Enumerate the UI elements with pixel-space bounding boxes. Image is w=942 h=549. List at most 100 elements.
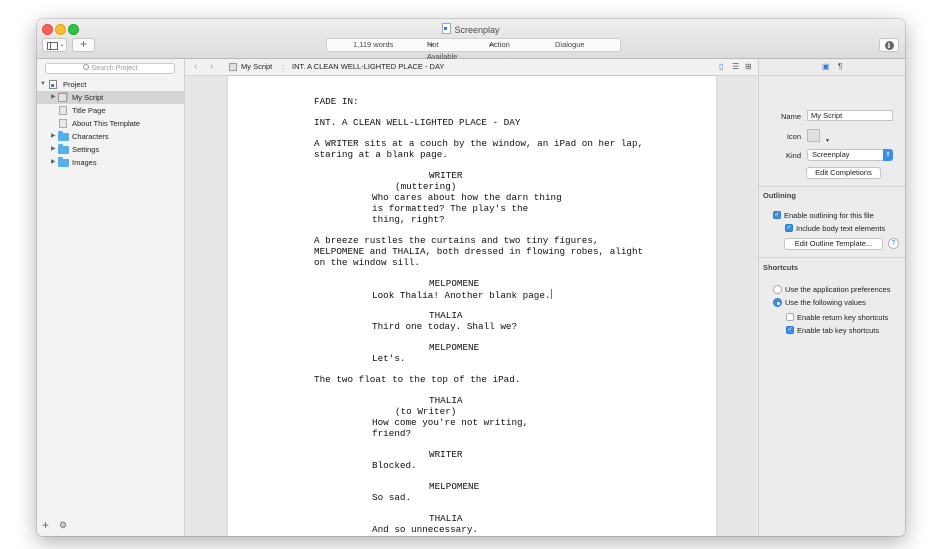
script-page[interactable]: FADE IN: INT. A CLEAN WELL-LIGHTED PLACE…	[228, 76, 716, 536]
sidebar-item-label: My Script	[72, 93, 104, 102]
sidebar-toggle-button[interactable]: ⌄	[42, 38, 67, 52]
name-field[interactable]	[807, 110, 893, 121]
character-name: MELPOMENE	[429, 342, 480, 353]
outline-view-icon[interactable]: ☰	[732, 62, 739, 71]
icon-label: Icon	[786, 132, 801, 141]
use-following-values-label: Use the following values	[785, 298, 866, 307]
search-placeholder: Search Project	[91, 65, 138, 72]
breadcrumb-document[interactable]: My Script	[241, 62, 272, 71]
help-button[interactable]: ?	[888, 238, 899, 249]
document-icon	[59, 119, 67, 128]
section-divider	[759, 257, 905, 258]
action-line: The two float to the top of the iPad.	[314, 374, 521, 385]
action-line: A WRITER sits at a couch by the window, …	[314, 138, 644, 149]
document-view-icon[interactable]: ▯	[719, 62, 723, 71]
editor-area: FADE IN: INT. A CLEAN WELL-LIGHTED PLACE…	[185, 76, 757, 536]
character-name: WRITER	[429, 170, 463, 181]
add-item-button[interactable]: +	[42, 518, 49, 532]
sidebar-item-title-page[interactable]: Title Page	[37, 104, 184, 117]
project-icon	[49, 80, 57, 89]
file-inspector-icon[interactable]: ▣	[822, 62, 830, 71]
enable-outlining-label: Enable outlining for this file	[784, 211, 874, 220]
folder-icon	[58, 157, 69, 167]
gear-icon[interactable]: ⚙	[59, 520, 67, 531]
search-icon	[82, 64, 89, 70]
chevron-down-icon[interactable]: ▼	[825, 138, 830, 144]
grid-view-icon[interactable]: ⊞	[745, 62, 752, 71]
character-name: THALIA	[429, 513, 463, 524]
enable-outlining-checkbox[interactable]: ✓	[773, 211, 781, 219]
edit-completions-button[interactable]: Edit Completions	[806, 167, 881, 179]
document-stack-icon	[58, 93, 67, 102]
sidebar-item-my-script[interactable]: ▶ My Script	[37, 91, 184, 104]
paragraph-inspector-icon[interactable]: ¶	[838, 62, 842, 71]
icon-well[interactable]	[807, 129, 820, 142]
sidebar-item-label: Title Page	[72, 106, 106, 115]
sidebar-item-label: Images	[72, 158, 97, 167]
dialogue-text: Look Thalia! Another blank page.	[372, 290, 551, 301]
add-button[interactable]: +	[72, 38, 95, 52]
sidebar-item-images[interactable]: ▶ Images	[37, 156, 184, 169]
dialogue-line: So sad.	[372, 492, 412, 503]
include-body-text-checkbox[interactable]: ✓	[785, 224, 793, 232]
info-icon: i	[884, 41, 894, 50]
sidebar-item-project[interactable]: ▼ Project	[37, 78, 184, 91]
breadcrumb-scene[interactable]: INT. A CLEAN WELL-LIGHTED PLACE - DAY	[292, 62, 444, 71]
edit-outline-template-button[interactable]: Edit Outline Template...	[784, 238, 883, 250]
enable-tab-key-checkbox[interactable]: ✓	[786, 326, 794, 334]
dialogue-line: Who cares about how the darn thing	[372, 192, 562, 203]
use-following-values-radio[interactable]	[773, 298, 782, 307]
search-input[interactable]: Search Project	[45, 63, 175, 74]
kind-value: Screenplay	[812, 150, 850, 159]
parenthetical: (muttering)	[395, 181, 457, 192]
scene-heading: INT. A CLEAN WELL-LIGHTED PLACE - DAY	[314, 117, 521, 128]
use-app-prefs-radio[interactable]	[773, 285, 782, 294]
disclosure-open-icon[interactable]: ▼	[40, 78, 46, 91]
disclosure-closed-icon[interactable]: ▶	[51, 130, 56, 143]
character-name: MELPOMENE	[429, 278, 480, 289]
project-sidebar: Search Project ▼ Project ▶ My Script Tit…	[37, 59, 185, 536]
dialogue-line: friend?	[372, 428, 412, 439]
sidebar-item-settings[interactable]: ▶ Settings	[37, 143, 184, 156]
sidebar-icon	[47, 42, 58, 50]
character-name: THALIA	[429, 395, 463, 406]
folder-icon	[58, 144, 69, 154]
inspector-toggle-button[interactable]: i	[879, 38, 899, 52]
inspector-tabs: ▣ ¶	[759, 59, 905, 76]
editor-navigation-bar: ‹ › My Script : INT. A CLEAN WELL-LIGHTE…	[185, 59, 757, 76]
window-title: Screenplay	[37, 23, 905, 35]
sidebar-item-label: Characters	[72, 132, 109, 141]
back-arrow-icon[interactable]: ‹	[194, 61, 197, 72]
character-name: THALIA	[429, 310, 463, 321]
kind-select[interactable]: Screenplay ⇕	[807, 149, 893, 161]
enable-return-key-checkbox[interactable]	[786, 313, 794, 321]
character-name: WRITER	[429, 449, 463, 460]
dialogue-line-with-cursor: Look Thalia! Another blank page.	[372, 289, 552, 301]
text-cursor	[550, 289, 552, 299]
sidebar-item-characters[interactable]: ▶ Characters	[37, 130, 184, 143]
action-line: MELPOMENE and THALIA, both dressed in fl…	[314, 246, 644, 257]
forward-arrow-icon[interactable]: ›	[210, 61, 213, 72]
sidebar-item-about-template[interactable]: About This Template	[37, 117, 184, 130]
action-line: A breeze rustles the curtains and two ti…	[314, 235, 599, 246]
section-divider	[759, 186, 905, 187]
dialogue-line: is formatted? The play's the	[372, 203, 529, 214]
inspector-panel: ▣ ¶ Name Icon ▼ Kind Screenplay ⇕ Edit C…	[758, 59, 905, 536]
disclosure-closed-icon[interactable]: ▶	[51, 156, 56, 169]
document-icon	[442, 23, 452, 34]
dialogue-line: thing, right?	[372, 214, 445, 225]
kind-label: Kind	[785, 151, 801, 160]
disclosure-closed-icon[interactable]: ▶	[51, 91, 56, 104]
title-bar: Screenplay ⌄ + 1,119 words ⇥ Not Availabl…	[37, 19, 905, 61]
return-key-action: Action	[489, 40, 510, 49]
dialogue-line: Let's.	[372, 353, 406, 364]
dialogue-line: Third one today. Shall we?	[372, 321, 518, 332]
dialogue-line: And so unnecessary.	[372, 524, 479, 535]
folder-icon	[58, 131, 69, 141]
sidebar-item-label: About This Template	[72, 119, 141, 128]
action-line: on the window sill.	[314, 257, 421, 268]
transition-line: FADE IN:	[314, 96, 359, 107]
outlining-section-title: Outlining	[763, 191, 796, 200]
element-type[interactable]: Dialogue	[555, 39, 585, 51]
disclosure-closed-icon[interactable]: ▶	[51, 143, 56, 156]
